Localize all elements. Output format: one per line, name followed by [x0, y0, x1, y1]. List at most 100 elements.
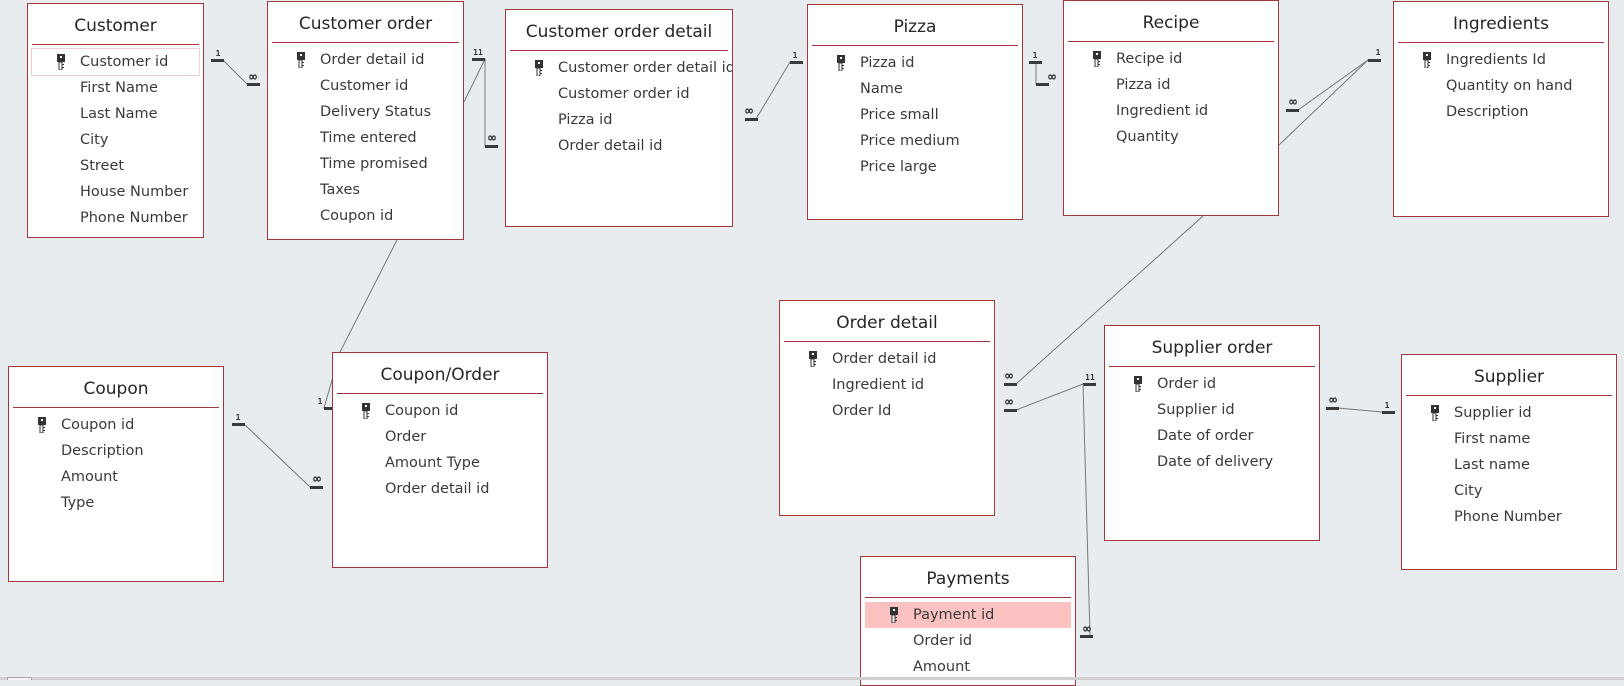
table-ingredients[interactable]: Ingredients Ingredients Id Quantity on han…	[1393, 1, 1609, 217]
relationship-line[interactable]	[1029, 61, 1047, 85]
table-customer-order-detail[interactable]: Customer order detail Customer order deta…	[505, 9, 733, 227]
field[interactable]: Date of delivery	[1109, 449, 1315, 475]
field[interactable]: Date of order	[1109, 423, 1315, 449]
primary-key-icon	[836, 54, 846, 72]
primary-key-field[interactable]: Order detail id	[272, 47, 459, 73]
primary-key-field[interactable]: Coupon id	[337, 398, 543, 424]
cardinality-label: 1	[318, 397, 323, 406]
primary-key-field[interactable]: Customer order detail id	[510, 55, 732, 81]
relationship-line[interactable]	[1004, 383, 1096, 411]
relationship-line[interactable]	[232, 423, 323, 488]
field[interactable]: Order id	[865, 628, 1071, 654]
field-name: Description	[61, 443, 144, 459]
cardinality-label: ∞	[745, 104, 753, 119]
field[interactable]: Pizza id	[1068, 72, 1274, 98]
primary-key-icon	[534, 59, 544, 77]
title-divider	[13, 407, 219, 408]
table-supplier-order[interactable]: Supplier order Order id Supplier id Date of…	[1104, 325, 1320, 541]
field[interactable]: Order detail id	[510, 133, 728, 159]
field[interactable]: Delivery Status	[272, 99, 459, 125]
primary-key-icon	[1422, 51, 1432, 69]
field[interactable]: Order Id	[784, 398, 990, 424]
table-title[interactable]: Customer	[28, 4, 203, 44]
primary-key-field[interactable]: Order id	[1109, 371, 1315, 397]
field[interactable]: Quantity	[1068, 124, 1274, 150]
table-supplier[interactable]: Supplier Supplier id First name Last name Ci…	[1401, 354, 1617, 570]
table-title[interactable]: Recipe	[1064, 1, 1278, 41]
relationship-line[interactable]	[745, 61, 801, 120]
field[interactable]: Order	[337, 424, 543, 450]
relationship-line[interactable]	[1286, 59, 1380, 111]
field[interactable]: Pizza id	[510, 107, 728, 133]
primary-key-field[interactable]: Pizza id	[812, 50, 1018, 76]
table-coupon[interactable]: Coupon Coupon id Description Amount Type	[8, 366, 224, 582]
primary-key-field[interactable]: Ingredients Id	[1398, 47, 1604, 73]
field[interactable]: House Number	[32, 179, 199, 205]
field[interactable]: Name	[812, 76, 1018, 102]
primary-key-field[interactable]: Supplier id	[1406, 400, 1612, 426]
table-title[interactable]: Customer order	[268, 2, 463, 42]
field[interactable]: Description	[13, 438, 219, 464]
field[interactable]: City	[1406, 478, 1612, 504]
table-coupon-order[interactable]: Coupon/Order Coupon id Order Amount Type Ord…	[332, 352, 548, 568]
field-name: Customer id	[80, 54, 169, 70]
field[interactable]: Customer id	[272, 73, 459, 99]
relationship-line[interactable]	[1080, 383, 1091, 637]
table-title[interactable]: Pizza	[808, 5, 1022, 45]
field[interactable]: Phone Number	[1406, 504, 1612, 530]
field[interactable]: Order detail id	[337, 476, 543, 502]
relationship-line[interactable]	[463, 58, 486, 103]
field[interactable]: Ingredient id	[1068, 98, 1274, 124]
table-recipe[interactable]: Recipe Recipe id Pizza id Ingredient id Quan…	[1063, 0, 1279, 216]
field[interactable]: Type	[13, 490, 219, 516]
table-title[interactable]: Order detail	[780, 301, 994, 341]
primary-key-field[interactable]: Customer id	[31, 48, 200, 76]
primary-key-icon	[1133, 375, 1143, 393]
field[interactable]: Supplier id	[1109, 397, 1315, 423]
field[interactable]: Phone Number	[32, 205, 199, 231]
field[interactable]: Time entered	[272, 125, 459, 151]
field[interactable]: Description	[1398, 99, 1604, 125]
field[interactable]: Time promised	[272, 151, 459, 177]
table-order-detail[interactable]: Order detail Order detail id Ingredient id…	[779, 300, 995, 516]
field[interactable]: Price medium	[812, 128, 1018, 154]
table-payments[interactable]: Payments Payment id Order id Amount	[860, 556, 1076, 686]
cardinality-label: ∞	[1005, 369, 1013, 384]
cardinality-label: 1	[216, 49, 221, 58]
field[interactable]: Customer order id	[510, 81, 728, 107]
primary-key-field[interactable]: Coupon id	[13, 412, 219, 438]
table-title[interactable]: Coupon/Order	[333, 353, 547, 393]
field[interactable]: First name	[1406, 426, 1612, 452]
table-title[interactable]: Supplier	[1402, 355, 1616, 395]
title-divider	[865, 597, 1071, 598]
table-pizza[interactable]: Pizza Pizza id Name Price small Price medium…	[807, 4, 1023, 220]
field[interactable]: Amount Type	[337, 450, 543, 476]
field[interactable]: Ingredient id	[784, 372, 990, 398]
field[interactable]: Quantity on hand	[1398, 73, 1604, 99]
table-title[interactable]: Ingredients	[1394, 2, 1608, 42]
field[interactable]: Amount	[13, 464, 219, 490]
field[interactable]: Taxes	[272, 177, 459, 203]
field[interactable]: Price large	[812, 154, 1018, 180]
primary-key-field[interactable]: Recipe id	[1068, 46, 1274, 72]
field-name: Coupon id	[385, 403, 459, 419]
field-name: Name	[860, 81, 903, 97]
table-title[interactable]: Coupon	[9, 367, 223, 407]
relationship-end-marker	[1083, 383, 1096, 386]
field[interactable]: Last Name	[32, 101, 199, 127]
field[interactable]: Coupon id	[272, 203, 459, 229]
field[interactable]: Street	[32, 153, 199, 179]
table-title[interactable]: Payments	[861, 557, 1075, 597]
field-name: Time promised	[320, 156, 428, 172]
field[interactable]: Last name	[1406, 452, 1612, 478]
table-customer[interactable]: Customer Customer id First Name Last Name Ci…	[27, 3, 204, 238]
field[interactable]: City	[32, 127, 199, 153]
primary-key-field[interactable]: Order detail id	[784, 346, 990, 372]
field[interactable]: Price small	[812, 102, 1018, 128]
field-name: Amount	[61, 469, 118, 485]
field[interactable]: First Name	[32, 75, 199, 101]
table-customer-order[interactable]: Customer order Order detail id Customer id…	[267, 1, 464, 240]
primary-key-field[interactable]: Payment id	[865, 602, 1071, 628]
table-title[interactable]: Supplier order	[1105, 326, 1319, 366]
table-title[interactable]: Customer order detail	[506, 10, 732, 50]
